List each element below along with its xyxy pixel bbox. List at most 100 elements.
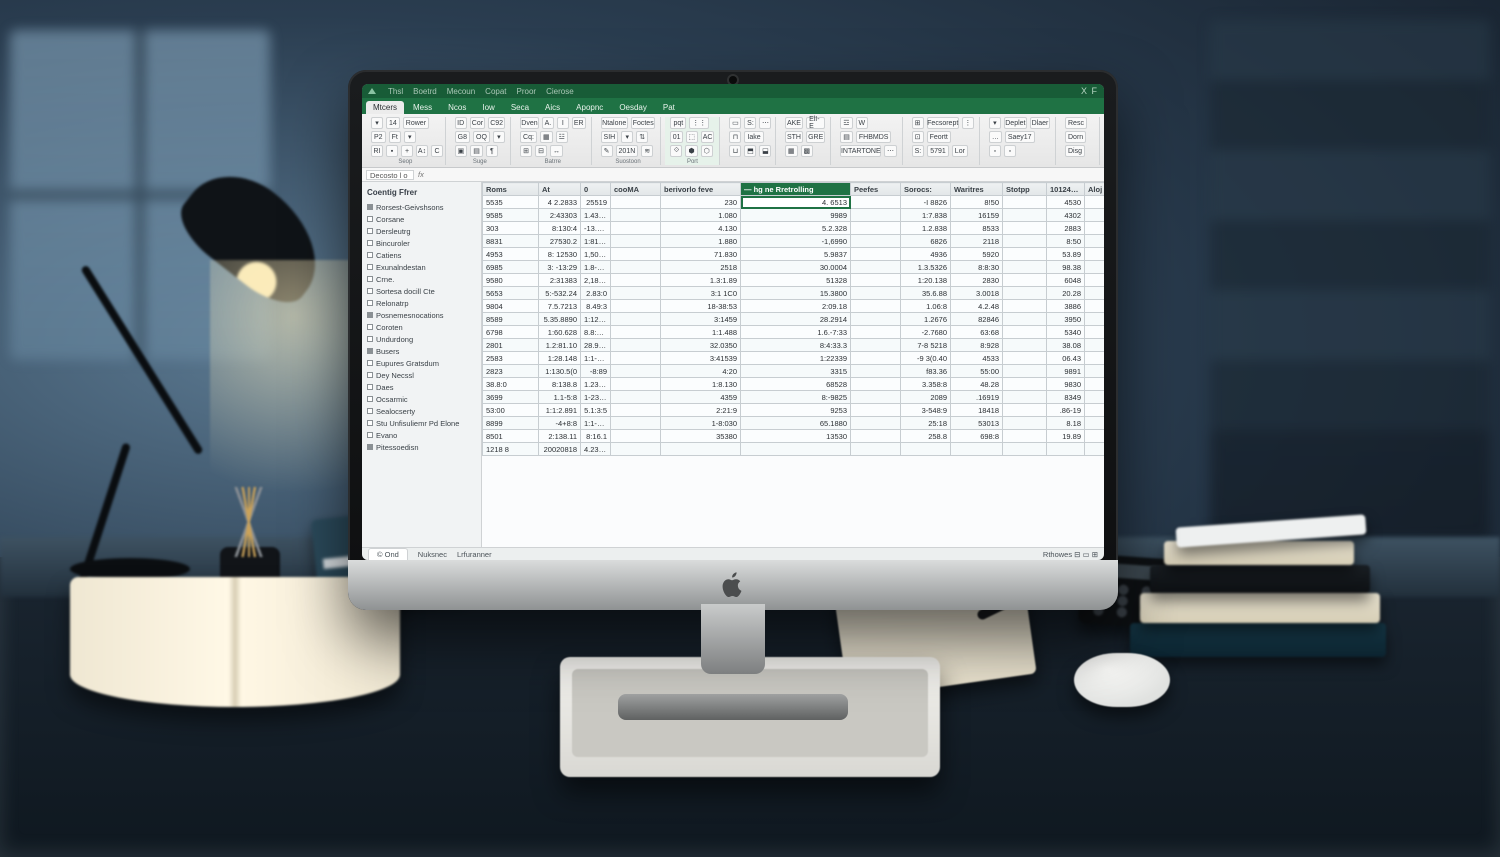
cell[interactable]: 2583 (483, 352, 539, 365)
ribbon-button[interactable]: Dlaer (1030, 117, 1050, 129)
cell[interactable] (611, 352, 661, 365)
cell[interactable] (611, 261, 661, 274)
ribbon-button[interactable]: ≋ (641, 145, 653, 157)
cell[interactable]: 2:31383 (539, 274, 581, 287)
cell[interactable] (1003, 430, 1047, 443)
expand-icon[interactable] (367, 432, 373, 438)
cell[interactable] (1085, 287, 1105, 300)
cell[interactable]: 3:1459 (661, 313, 741, 326)
cell[interactable]: 28.94:8 (581, 339, 611, 352)
tab-aics[interactable]: Aics (538, 101, 567, 114)
cell[interactable]: 1:8.130 (661, 378, 741, 391)
cell[interactable]: 18-38:53 (661, 300, 741, 313)
title-menu-item[interactable]: Copat (485, 87, 506, 96)
cell[interactable]: 3699 (483, 391, 539, 404)
nav-item[interactable]: Stu Unfisuliemr Pd Elone (365, 417, 478, 429)
column-header[interactable]: At (539, 183, 581, 196)
cell[interactable]: 2:138.11 (539, 430, 581, 443)
cell[interactable]: -8:89 (581, 365, 611, 378)
cell[interactable] (851, 235, 901, 248)
cell[interactable]: 6985 (483, 261, 539, 274)
cell[interactable]: 8!50 (951, 196, 1003, 209)
cell[interactable]: 2518 (661, 261, 741, 274)
cell[interactable]: 8:130:4 (539, 222, 581, 235)
cell[interactable]: 2,181:0 (581, 274, 611, 287)
ribbon-button[interactable]: ⬢ (685, 145, 697, 157)
cell[interactable]: 6798 (483, 326, 539, 339)
ribbon-button[interactable]: FHBMDS (856, 131, 892, 143)
ribbon-button[interactable]: S: (744, 117, 756, 129)
ribbon-button[interactable]: I (557, 117, 569, 129)
cell[interactable]: 3-548:9 (901, 404, 951, 417)
column-header[interactable]: Sorocs: (901, 183, 951, 196)
cell[interactable]: 7-8 5218 (901, 339, 951, 352)
cell[interactable] (1085, 222, 1105, 235)
cell[interactable]: 1:128.2 (581, 313, 611, 326)
tab-seca[interactable]: Seca (504, 101, 536, 114)
cell[interactable] (851, 417, 901, 430)
expand-icon[interactable] (367, 348, 373, 354)
cell[interactable] (851, 274, 901, 287)
cell[interactable] (1085, 404, 1105, 417)
cell[interactable] (1085, 339, 1105, 352)
cell[interactable] (951, 443, 1003, 456)
ribbon-button[interactable]: S: (912, 145, 925, 157)
ribbon[interactable]: ▾14RowerP2Ft▾RI▪+A↕CSeopIDCorC92G8OQ▾▣▤¶… (362, 114, 1104, 168)
cell[interactable]: 5340 (1047, 326, 1085, 339)
cell[interactable] (1003, 261, 1047, 274)
table-row[interactable]: 95802:313832,181:01.3:1.89513281:20.1382… (483, 274, 1105, 287)
cell[interactable]: 4533 (951, 352, 1003, 365)
expand-icon[interactable] (367, 252, 373, 258)
cell[interactable] (1003, 196, 1047, 209)
cell[interactable]: 35380 (661, 430, 741, 443)
cell[interactable] (851, 209, 901, 222)
cell[interactable]: 9253 (741, 404, 851, 417)
ribbon-button[interactable]: Dorn (1065, 131, 1086, 143)
nav-item[interactable]: Evano (365, 429, 478, 441)
cell[interactable]: 4302 (1047, 209, 1085, 222)
cell[interactable] (901, 443, 951, 456)
ribbon-button[interactable]: 5791 (927, 145, 949, 157)
ribbon-button[interactable]: Foctes (631, 117, 656, 129)
cell[interactable]: 2118 (951, 235, 1003, 248)
cell[interactable]: -4+8:8 (539, 417, 581, 430)
ribbon-button[interactable]: C92 (488, 117, 505, 129)
cell[interactable]: 15.3800 (741, 287, 851, 300)
ribbon-button[interactable]: ⇅ (636, 131, 648, 143)
ribbon-button[interactable]: ▤ (840, 131, 853, 143)
expand-icon[interactable] (367, 300, 373, 306)
cell[interactable]: 53013 (951, 417, 1003, 430)
ribbon-button[interactable]: A↕ (416, 145, 428, 157)
fx-icon[interactable]: fx (418, 170, 424, 179)
table-row[interactable]: 36991.1-5:81-23:8:943598:-98252089.16919… (483, 391, 1105, 404)
cell[interactable]: 1.2676 (901, 313, 951, 326)
ribbon-button[interactable]: SIH (601, 131, 619, 143)
cell[interactable]: 8: 12530 (539, 248, 581, 261)
expand-icon[interactable] (367, 384, 373, 390)
cell[interactable]: 25:18 (901, 417, 951, 430)
cell[interactable] (851, 378, 901, 391)
ribbon-button[interactable]: Iake (744, 131, 763, 143)
cell[interactable] (1003, 222, 1047, 235)
status-item[interactable]: Lrfuranner (457, 550, 492, 559)
nav-item[interactable]: Dersleutrg (365, 225, 478, 237)
cell[interactable] (1085, 391, 1105, 404)
cell[interactable]: 4359 (661, 391, 741, 404)
cell[interactable]: 1.6.-7:33 (741, 326, 851, 339)
cell[interactable] (611, 235, 661, 248)
ribbon-button[interactable]: C (431, 145, 443, 157)
cell[interactable] (1085, 326, 1105, 339)
expand-icon[interactable] (367, 276, 373, 282)
cell[interactable]: 32.0350 (661, 339, 741, 352)
column-header[interactable]: Peefes (851, 183, 901, 196)
ribbon-button[interactable]: ⊞ (912, 117, 924, 129)
cell[interactable]: -2.7680 (901, 326, 951, 339)
nav-item[interactable]: Crne. (365, 273, 478, 285)
ribbon-button[interactable]: ▣ (455, 145, 468, 157)
cell[interactable] (1003, 287, 1047, 300)
title-menu-item[interactable]: Boetrd (413, 87, 437, 96)
ribbon-button[interactable]: ▤ (470, 145, 483, 157)
cell[interactable]: 06.43 (1047, 352, 1085, 365)
ribbon-button[interactable]: P2 (371, 131, 386, 143)
cell[interactable]: 9891 (1047, 365, 1085, 378)
